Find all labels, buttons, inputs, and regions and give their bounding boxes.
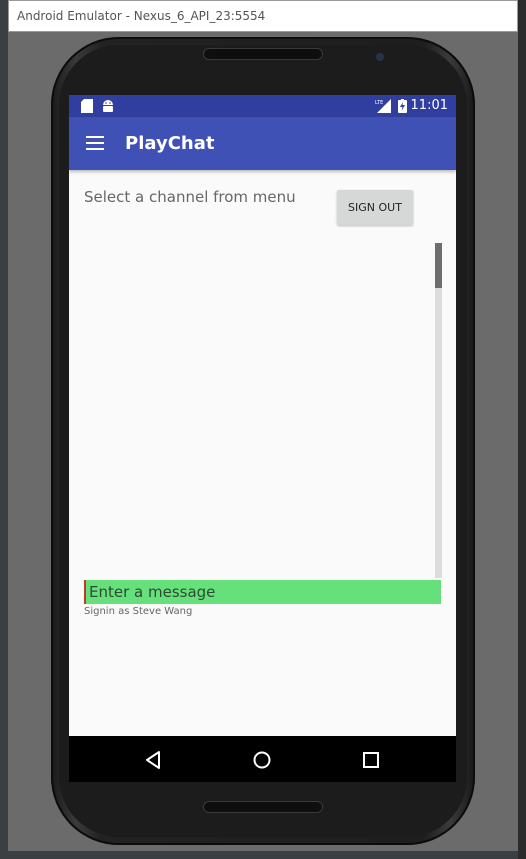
phone-screen: LTE 11:01 PlayChat Select a channel from… [69, 95, 456, 782]
bottom-speaker-grille [203, 801, 323, 813]
scrollbar-thumb[interactable] [435, 243, 442, 288]
sign-out-button[interactable]: SIGN OUT [337, 190, 413, 225]
status-bar: LTE 11:01 [69, 95, 456, 117]
svg-text:LTE: LTE [375, 100, 383, 106]
recents-icon[interactable] [361, 750, 381, 770]
emulator-titlebar[interactable]: Android Emulator - Nexus_6_API_23:5554 [8, 0, 518, 32]
lte-signal-icon: LTE [375, 99, 391, 113]
hamburger-menu-icon[interactable] [86, 136, 104, 150]
ide-background [518, 0, 526, 859]
app-title: PlayChat [125, 133, 215, 154]
channel-prompt-label: Select a channel from menu [84, 188, 296, 206]
camera-icon [376, 53, 384, 61]
navigation-bar [69, 736, 456, 782]
android-icon [103, 100, 113, 112]
message-list[interactable] [84, 243, 442, 578]
app-bar: PlayChat [69, 117, 456, 170]
clock: 11:01 [410, 98, 448, 113]
emulator-title: Android Emulator - Nexus_6_API_23:5554 [17, 9, 266, 23]
top-speaker-grille [203, 48, 323, 60]
battery-charging-icon [398, 99, 407, 113]
signin-status-text: Signin as Steve Wang [84, 606, 193, 617]
sd-card-icon [81, 99, 93, 113]
message-input[interactable] [84, 580, 441, 604]
scrollbar-track[interactable] [435, 243, 442, 578]
home-icon[interactable] [252, 750, 272, 770]
back-icon[interactable] [144, 750, 164, 770]
